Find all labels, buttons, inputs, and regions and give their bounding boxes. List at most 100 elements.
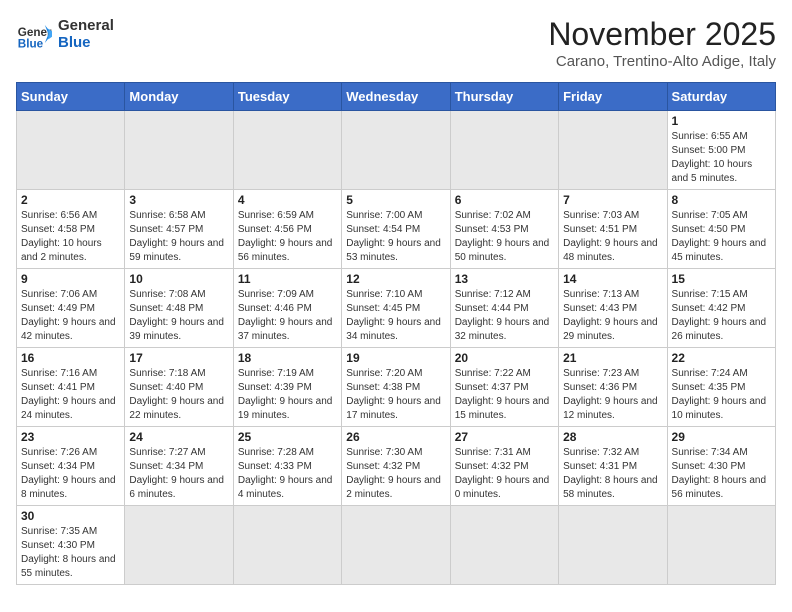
weekday-header-sunday: Sunday bbox=[17, 83, 125, 111]
day-number: 6 bbox=[455, 193, 554, 207]
calendar-cell: 18Sunrise: 7:19 AM Sunset: 4:39 PM Dayli… bbox=[233, 348, 341, 427]
day-info: Sunrise: 7:27 AM Sunset: 4:34 PM Dayligh… bbox=[129, 446, 228, 502]
day-number: 21 bbox=[563, 351, 662, 365]
day-info: Sunrise: 6:59 AM Sunset: 4:56 PM Dayligh… bbox=[238, 209, 337, 265]
day-number: 27 bbox=[455, 430, 554, 444]
day-number: 19 bbox=[346, 351, 445, 365]
calendar-week-row: 1Sunrise: 6:55 AM Sunset: 5:00 PM Daylig… bbox=[17, 111, 776, 190]
calendar-cell: 29 Sunrise: 7:34 AM Sunset: 4:30 PM Dayli… bbox=[667, 427, 775, 506]
calendar-cell bbox=[559, 111, 667, 190]
day-number: 10 bbox=[129, 272, 228, 286]
calendar-cell bbox=[17, 111, 125, 190]
calendar-cell bbox=[450, 506, 558, 585]
day-info: Sunrise: 6:58 AM Sunset: 4:57 PM Dayligh… bbox=[129, 209, 228, 265]
day-info: Sunrise: 7:18 AM Sunset: 4:40 PM Dayligh… bbox=[129, 367, 228, 423]
day-number: 29 bbox=[672, 430, 771, 444]
calendar-cell: 5 Sunrise: 7:00 AM Sunset: 4:54 PM Daylig… bbox=[342, 190, 450, 269]
weekday-header-wednesday: Wednesday bbox=[342, 83, 450, 111]
day-info: Sunrise: 7:12 AM Sunset: 4:44 PM Dayligh… bbox=[455, 288, 554, 344]
day-number: 13 bbox=[455, 272, 554, 286]
day-info: Sunrise: 7:16 AM Sunset: 4:41 PM Dayligh… bbox=[21, 367, 120, 423]
day-info: Sunrise: 7:24 AM Sunset: 4:35 PM Dayligh… bbox=[672, 367, 771, 423]
day-info: Sunrise: 6:55 AM Sunset: 5:00 PM Dayligh… bbox=[672, 130, 771, 186]
day-info: Sunrise: 7:26 AM Sunset: 4:34 PM Dayligh… bbox=[21, 446, 120, 502]
svg-text:Blue: Blue bbox=[18, 38, 44, 51]
calendar-cell: 1Sunrise: 6:55 AM Sunset: 5:00 PM Daylig… bbox=[667, 111, 775, 190]
calendar-week-row: 9Sunrise: 7:06 AM Sunset: 4:49 PM Daylig… bbox=[17, 269, 776, 348]
calendar-cell: 15 Sunrise: 7:15 AM Sunset: 4:42 PM Dayli… bbox=[667, 269, 775, 348]
day-number: 23 bbox=[21, 430, 120, 444]
calendar-cell bbox=[125, 506, 233, 585]
day-number: 22 bbox=[672, 351, 771, 365]
calendar-cell bbox=[233, 111, 341, 190]
weekday-header-saturday: Saturday bbox=[667, 83, 775, 111]
day-number: 7 bbox=[563, 193, 662, 207]
day-info: Sunrise: 7:34 AM Sunset: 4:30 PM Dayligh… bbox=[672, 446, 771, 502]
logo-blue: Blue bbox=[58, 34, 114, 51]
calendar-table: SundayMondayTuesdayWednesdayThursdayFrid… bbox=[16, 82, 776, 585]
day-info: Sunrise: 7:35 AM Sunset: 4:30 PM Dayligh… bbox=[21, 525, 120, 581]
day-info: Sunrise: 7:13 AM Sunset: 4:43 PM Dayligh… bbox=[563, 288, 662, 344]
calendar-cell bbox=[342, 506, 450, 585]
day-number: 30 bbox=[21, 509, 120, 523]
day-info: Sunrise: 7:00 AM Sunset: 4:54 PM Dayligh… bbox=[346, 209, 445, 265]
calendar-cell: 14Sunrise: 7:13 AM Sunset: 4:43 PM Dayli… bbox=[559, 269, 667, 348]
weekday-header-thursday: Thursday bbox=[450, 83, 558, 111]
location-label: Carano, Trentino-Alto Adige, Italy bbox=[548, 53, 776, 70]
calendar-cell: 21 Sunrise: 7:23 AM Sunset: 4:36 PM Dayli… bbox=[559, 348, 667, 427]
day-info: Sunrise: 7:08 AM Sunset: 4:48 PM Dayligh… bbox=[129, 288, 228, 344]
calendar-cell: 7Sunrise: 7:03 AM Sunset: 4:51 PM Daylig… bbox=[559, 190, 667, 269]
calendar-cell: 12Sunrise: 7:10 AM Sunset: 4:45 PM Dayli… bbox=[342, 269, 450, 348]
calendar-cell: 9Sunrise: 7:06 AM Sunset: 4:49 PM Daylig… bbox=[17, 269, 125, 348]
day-number: 15 bbox=[672, 272, 771, 286]
day-info: Sunrise: 7:15 AM Sunset: 4:42 PM Dayligh… bbox=[672, 288, 771, 344]
day-info: Sunrise: 7:22 AM Sunset: 4:37 PM Dayligh… bbox=[455, 367, 554, 423]
calendar-week-row: 2 Sunrise: 6:56 AM Sunset: 4:58 PM Daylig… bbox=[17, 190, 776, 269]
day-info: Sunrise: 7:20 AM Sunset: 4:38 PM Dayligh… bbox=[346, 367, 445, 423]
calendar-week-row: 23 Sunrise: 7:26 AM Sunset: 4:34 PM Dayli… bbox=[17, 427, 776, 506]
day-number: 3 bbox=[129, 193, 228, 207]
day-number: 2 bbox=[21, 193, 120, 207]
calendar-cell: 26Sunrise: 7:30 AM Sunset: 4:32 PM Dayli… bbox=[342, 427, 450, 506]
calendar-cell: 30 Sunrise: 7:35 AM Sunset: 4:30 PM Dayli… bbox=[17, 506, 125, 585]
calendar-cell: 3 Sunrise: 6:58 AM Sunset: 4:57 PM Daylig… bbox=[125, 190, 233, 269]
day-number: 5 bbox=[346, 193, 445, 207]
page-header: General Blue General Blue November 2025 … bbox=[16, 16, 776, 70]
day-info: Sunrise: 7:32 AM Sunset: 4:31 PM Dayligh… bbox=[563, 446, 662, 502]
calendar-cell bbox=[559, 506, 667, 585]
calendar-cell: 19 Sunrise: 7:20 AM Sunset: 4:38 PM Dayli… bbox=[342, 348, 450, 427]
day-info: Sunrise: 7:02 AM Sunset: 4:53 PM Dayligh… bbox=[455, 209, 554, 265]
weekday-header-monday: Monday bbox=[125, 83, 233, 111]
calendar-cell: 6 Sunrise: 7:02 AM Sunset: 4:53 PM Daylig… bbox=[450, 190, 558, 269]
calendar-header-row: SundayMondayTuesdayWednesdayThursdayFrid… bbox=[17, 83, 776, 111]
calendar-cell: 20 Sunrise: 7:22 AM Sunset: 4:37 PM Dayli… bbox=[450, 348, 558, 427]
calendar-week-row: 16 Sunrise: 7:16 AM Sunset: 4:41 PM Dayli… bbox=[17, 348, 776, 427]
day-number: 26 bbox=[346, 430, 445, 444]
logo-general: General bbox=[58, 17, 114, 34]
calendar-cell: 16 Sunrise: 7:16 AM Sunset: 4:41 PM Dayli… bbox=[17, 348, 125, 427]
calendar-cell: 2 Sunrise: 6:56 AM Sunset: 4:58 PM Daylig… bbox=[17, 190, 125, 269]
calendar-cell: 22 Sunrise: 7:24 AM Sunset: 4:35 PM Dayli… bbox=[667, 348, 775, 427]
day-number: 8 bbox=[672, 193, 771, 207]
day-number: 18 bbox=[238, 351, 337, 365]
day-info: Sunrise: 6:56 AM Sunset: 4:58 PM Dayligh… bbox=[21, 209, 120, 265]
day-info: Sunrise: 7:23 AM Sunset: 4:36 PM Dayligh… bbox=[563, 367, 662, 423]
calendar-week-row: 30 Sunrise: 7:35 AM Sunset: 4:30 PM Dayli… bbox=[17, 506, 776, 585]
day-info: Sunrise: 7:06 AM Sunset: 4:49 PM Dayligh… bbox=[21, 288, 120, 344]
calendar-cell bbox=[125, 111, 233, 190]
title-section: November 2025 Carano, Trentino-Alto Adig… bbox=[548, 16, 776, 70]
calendar-cell bbox=[450, 111, 558, 190]
weekday-header-tuesday: Tuesday bbox=[233, 83, 341, 111]
day-number: 16 bbox=[21, 351, 120, 365]
day-number: 25 bbox=[238, 430, 337, 444]
day-info: Sunrise: 7:09 AM Sunset: 4:46 PM Dayligh… bbox=[238, 288, 337, 344]
day-number: 20 bbox=[455, 351, 554, 365]
calendar-cell: 10 Sunrise: 7:08 AM Sunset: 4:48 PM Dayli… bbox=[125, 269, 233, 348]
calendar-cell bbox=[667, 506, 775, 585]
calendar-cell: 11Sunrise: 7:09 AM Sunset: 4:46 PM Dayli… bbox=[233, 269, 341, 348]
month-title: November 2025 bbox=[548, 16, 776, 53]
logo-icon: General Blue bbox=[16, 16, 52, 52]
calendar-cell: 17Sunrise: 7:18 AM Sunset: 4:40 PM Dayli… bbox=[125, 348, 233, 427]
calendar-cell: 27Sunrise: 7:31 AM Sunset: 4:32 PM Dayli… bbox=[450, 427, 558, 506]
weekday-header-friday: Friday bbox=[559, 83, 667, 111]
